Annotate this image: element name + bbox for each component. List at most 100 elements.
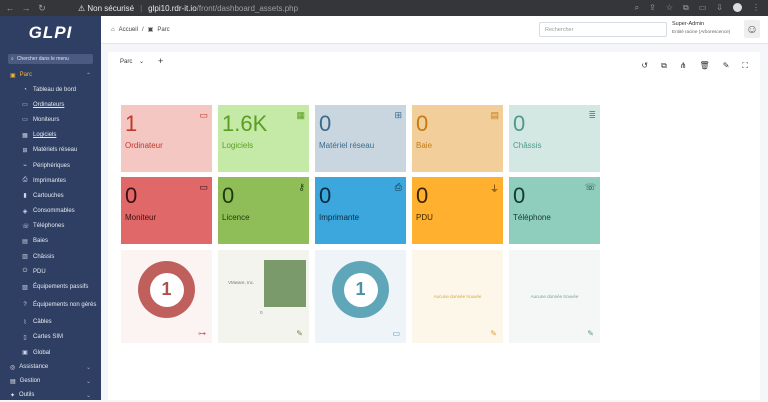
peripheral-icon: ⌁ bbox=[23, 163, 27, 170]
page-header: ⌂ Accueil / ▣ Parc Rechercher Super-Admi… bbox=[101, 16, 768, 44]
sidebar-item-imprimantes[interactable]: ⎙ Imprimantes bbox=[0, 173, 101, 188]
stat-card[interactable]: 0 Licence ⚷ bbox=[218, 177, 309, 244]
user-entity: Entité racine (Arborescence) bbox=[672, 29, 731, 34]
stat-card[interactable]: 0 Imprimante ⎙ bbox=[315, 177, 406, 244]
sidebar-item--quipements-passifs[interactable]: ▧ Équipements passifs bbox=[0, 279, 101, 294]
edit-icon[interactable]: ✎ bbox=[587, 329, 594, 338]
laptop-icon[interactable]: ▭ bbox=[392, 329, 400, 338]
stat-card[interactable]: 0 Châssis ≣ bbox=[509, 105, 600, 172]
edit-icon[interactable]: ✎ bbox=[296, 329, 303, 338]
passive-icon: ▧ bbox=[22, 284, 28, 291]
sidebar-item-consommables[interactable]: ◈ Consommables bbox=[0, 204, 101, 219]
zoom-icon[interactable]: ⌕ bbox=[635, 3, 639, 13]
sidebar-item-ordinateurs[interactable]: ▭ Ordinateurs bbox=[0, 97, 101, 112]
sidebar-item-moniteurs[interactable]: ▭ Moniteurs bbox=[0, 112, 101, 127]
profile-avatar[interactable] bbox=[733, 3, 742, 12]
chevron-down-icon: ⌄ bbox=[85, 364, 91, 371]
stat-value: 0 bbox=[222, 183, 235, 208]
avatar[interactable]: ☺ bbox=[744, 20, 760, 38]
stat-card[interactable]: 1 Ordinateur ▭ bbox=[121, 105, 212, 172]
sidebar-item-global[interactable]: ▣ Global bbox=[0, 345, 101, 360]
reload-icon[interactable]: ↻ bbox=[36, 3, 48, 14]
sidebar-section-gestion[interactable]: ▤ Gestion ⌄ bbox=[0, 374, 101, 388]
stat-card[interactable]: 1.6K Logiciels ▦ bbox=[218, 105, 309, 172]
sidebar-item-label: Téléphones bbox=[33, 223, 65, 230]
enclosure-empty-widget: Aucune donnée trouvée ✎ bbox=[509, 250, 600, 343]
edit-icon[interactable]: ✎ bbox=[490, 329, 497, 338]
global-search-input[interactable]: Rechercher bbox=[539, 22, 667, 37]
sidebar-item-cartouches[interactable]: ▮ Cartouches bbox=[0, 188, 101, 203]
back-icon[interactable]: ← bbox=[4, 3, 16, 13]
sidebar-item-mat-riels-r-seau[interactable]: ⊞ Matériels réseau bbox=[0, 143, 101, 158]
fullscreen-icon[interactable]: ⛶ bbox=[742, 61, 748, 71]
forward-icon[interactable]: → bbox=[20, 3, 32, 13]
tabs-icon[interactable]: ▭ bbox=[699, 3, 707, 13]
bookmark-icon[interactable]: ☆ bbox=[666, 3, 673, 13]
user-name: Super-Admin bbox=[672, 21, 705, 27]
clone-icon[interactable]: ⧉ bbox=[661, 61, 667, 71]
sidebar-item-t-l-phones[interactable]: ☏ Téléphones bbox=[0, 219, 101, 234]
glpi-logo[interactable]: GLPI bbox=[0, 16, 101, 50]
sidebar-item-pdu[interactable]: ⏻ PDU bbox=[0, 264, 101, 279]
sidebar-item-baies[interactable]: ▤ Baies bbox=[0, 234, 101, 249]
stat-card[interactable]: 0 Baie ▤ bbox=[412, 105, 503, 172]
sidebar-item-p-riph-riques[interactable]: ⌁ Périphériques bbox=[0, 158, 101, 173]
sidebar-item-tableau-de-bord[interactable]: ◔ Tableau de bord bbox=[0, 82, 101, 97]
menu-search-button[interactable]: ⌕ Chercher dans le menu bbox=[8, 54, 93, 64]
sidebar-item--quipements-non-g-r-s[interactable]: ? Équipements non gérés bbox=[0, 295, 101, 315]
sidebar-item-ch-ssis[interactable]: ▥ Châssis bbox=[0, 249, 101, 264]
vendor-treemap-widget: VMware, Inc. 0 ✎ bbox=[218, 250, 309, 343]
edit-icon[interactable]: ✎ bbox=[723, 61, 730, 71]
unmanaged-icon: ? bbox=[23, 301, 27, 308]
browser-menu-icon[interactable]: ⋮ bbox=[752, 3, 760, 13]
trash-icon[interactable]: 🗑 bbox=[700, 61, 710, 71]
sitemap-icon[interactable]: ⊶ bbox=[198, 329, 206, 338]
share-icon[interactable]: ⇪ bbox=[649, 3, 656, 13]
sidebar-item-label: Ordinateurs bbox=[33, 101, 65, 108]
breadcrumb-home[interactable]: Accueil bbox=[119, 27, 138, 33]
printers-donut-widget: 1 ▭ bbox=[315, 250, 406, 343]
user-menu[interactable]: Super-Admin Entité racine (Arborescence) bbox=[672, 20, 730, 36]
box-icon: ▣ bbox=[147, 27, 154, 33]
vendor-treemap-block[interactable] bbox=[264, 260, 306, 307]
computers-donut-widget: 1 ⊶ bbox=[121, 250, 212, 343]
global-icon: ▣ bbox=[22, 350, 28, 357]
history-icon[interactable]: ↺ bbox=[641, 61, 648, 71]
stat-card[interactable]: 0 Téléphone ☏ bbox=[509, 177, 600, 244]
downloads-icon[interactable]: ⇩ bbox=[716, 3, 723, 13]
stat-card[interactable]: 0 PDU ⏚ bbox=[412, 177, 503, 244]
sidebar-item-label: Baies bbox=[33, 238, 49, 245]
printer-icon: ⎙ bbox=[394, 182, 402, 192]
stat-card[interactable]: 0 Moniteur ▭ bbox=[121, 177, 212, 244]
chevron-up-icon: ⌃ bbox=[85, 72, 91, 79]
stat-card[interactable]: 0 Matériel réseau ⊞ bbox=[315, 105, 406, 172]
breadcrumb-current[interactable]: Parc bbox=[157, 27, 169, 33]
sidebar-section-parc[interactable]: ▣ Parc ⌃ bbox=[0, 68, 101, 82]
sidebar-section-assistance[interactable]: ◎ Assistance ⌄ bbox=[0, 360, 101, 374]
stat-value: 1 bbox=[125, 111, 138, 136]
rack-empty-widget: Aucune donnée trouvée ✎ bbox=[412, 250, 503, 343]
stat-value: 0 bbox=[319, 183, 332, 208]
address-bar[interactable]: glpi10.rdr-it.io/front/dashboard_assets.… bbox=[148, 4, 298, 13]
stat-value: 0 bbox=[125, 183, 138, 208]
plug-icon: ⏚ bbox=[489, 184, 499, 194]
search-icon: ⌕ bbox=[11, 56, 14, 62]
extensions-icon[interactable]: ⧉ bbox=[683, 3, 689, 13]
stat-value: 0 bbox=[416, 183, 429, 208]
dashboard-icon: ◔ bbox=[23, 86, 27, 93]
share-icon[interactable]: ⋔ bbox=[680, 61, 687, 71]
security-warning[interactable]: ⚠ Non sécurisé bbox=[78, 4, 134, 13]
add-dashboard-button[interactable]: + bbox=[158, 56, 163, 66]
sidebar-item-label: Moniteurs bbox=[33, 116, 60, 123]
stat-value: 0 bbox=[513, 111, 526, 136]
stat-label: Licence bbox=[222, 213, 250, 222]
sidebar-item-label: Périphériques bbox=[33, 162, 71, 169]
sidebar-item-cartes-sim[interactable]: ▯ Cartes SIM bbox=[0, 330, 101, 345]
stat-label: Baie bbox=[416, 141, 433, 150]
wallet-icon: ▤ bbox=[10, 378, 16, 385]
dashboard-select[interactable]: Parc ⌄ bbox=[120, 58, 144, 66]
sidebar-item-logiciels[interactable]: ▦ Logiciels bbox=[0, 128, 101, 143]
sidebar-item-c-bles[interactable]: ⌇ Câbles bbox=[0, 315, 101, 330]
consumable-icon: ◈ bbox=[22, 208, 28, 215]
chevron-down-icon: ⌄ bbox=[85, 392, 91, 399]
